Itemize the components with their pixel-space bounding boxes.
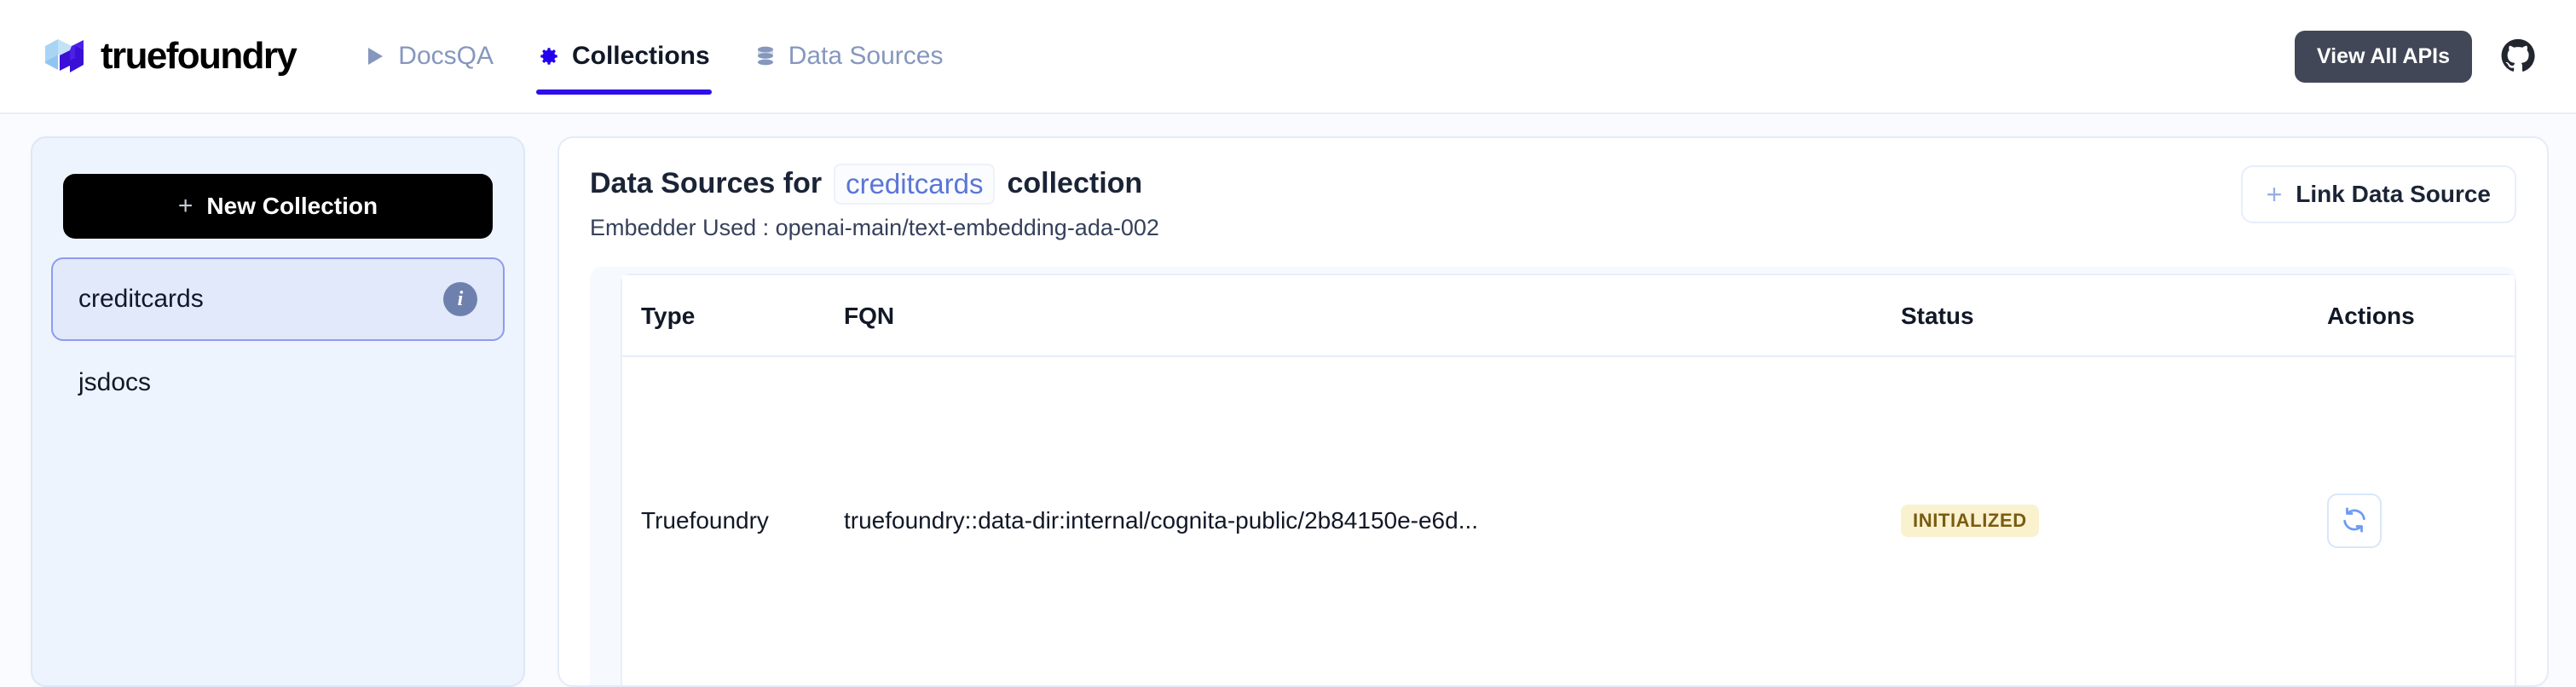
table-row[interactable]: Truefoundry truefoundry::data-dir:intern… [622,357,2515,685]
panel-header: Data Sources for creditcards collection … [590,164,2516,241]
play-triangle-icon [364,45,386,67]
info-icon[interactable]: i [443,282,477,316]
cell-type: Truefoundry [641,507,769,534]
new-collection-label: New Collection [206,193,378,219]
link-data-source-label: Link Data Source [2296,181,2491,207]
sidebar-item-creditcards[interactable]: creditcards i [51,257,505,341]
brand[interactable]: truefoundry [41,33,297,79]
table-head: Type FQN Status Actions [622,274,2515,357]
cell-status: INITIALIZED [1901,357,2327,685]
refresh-sync-icon [2341,506,2368,536]
sidebar-item-jsdocs[interactable]: jsdocs [51,341,505,424]
collections-sidebar: + New Collection creditcards i jsdocs [31,136,525,687]
nav-tabs: DocsQA Collections Data Sources [342,0,965,113]
plus-icon: + [2266,179,2283,210]
tab-collections-label: Collections [571,42,710,70]
data-sources-table: Type FQN Status Actions Truefoundry true… [621,273,2516,685]
sidebar-item-creditcards-label: creditcards [78,285,204,313]
navbar-right-actions: View All APIs [2294,30,2537,83]
tab-docsqa-label: DocsQA [398,42,494,70]
tab-data-sources[interactable]: Data Sources [732,0,966,113]
data-sources-panel: Data Sources for creditcards collection … [557,136,2549,687]
page-title: Data Sources for creditcards collection [590,164,2221,205]
database-icon [754,45,777,67]
cell-actions [2327,357,2515,685]
collection-name-chip[interactable]: creditcards [834,164,996,205]
status-badge: INITIALIZED [1901,505,2039,538]
gear-icon [538,45,560,67]
github-icon[interactable] [2499,38,2537,75]
column-header-status: Status [1901,274,2327,357]
column-header-fqn: FQN [844,274,1901,357]
link-data-source-button[interactable]: + Link Data Source [2240,165,2516,223]
embedder-used-label: Embedder Used : openai-main/text-embeddi… [590,214,1159,240]
sidebar-item-jsdocs-label: jsdocs [78,368,152,396]
tab-data-sources-label: Data Sources [788,42,944,70]
tab-docsqa[interactable]: DocsQA [342,0,516,113]
tab-collections[interactable]: Collections [516,0,732,113]
column-header-actions: Actions [2327,274,2515,357]
table-header-row: Type FQN Status Actions [622,274,2515,357]
page-title-prefix: Data Sources for [590,167,823,200]
refresh-sync-icon-button[interactable] [2327,494,2382,549]
page-title-suffix: collection [1007,167,1143,200]
column-header-type: Type [622,274,844,357]
new-collection-button[interactable]: + New Collection [63,174,493,239]
plus-icon: + [177,192,193,220]
cell-fqn: truefoundry::data-dir:internal/cognita-p… [844,507,1479,534]
truefoundry-cube-logo-icon [41,33,87,79]
top-navbar: truefoundry DocsQA Collections Data Sour… [0,0,2576,114]
page-body: + New Collection creditcards i jsdocs Da… [0,114,2576,687]
panel-header-text: Data Sources for creditcards collection … [590,164,2221,241]
view-all-apis-button[interactable]: View All APIs [2294,30,2472,83]
data-sources-table-container: Type FQN Status Actions Truefoundry true… [590,266,2516,685]
brand-name: truefoundry [101,35,297,77]
table-body: Truefoundry truefoundry::data-dir:intern… [622,357,2515,685]
